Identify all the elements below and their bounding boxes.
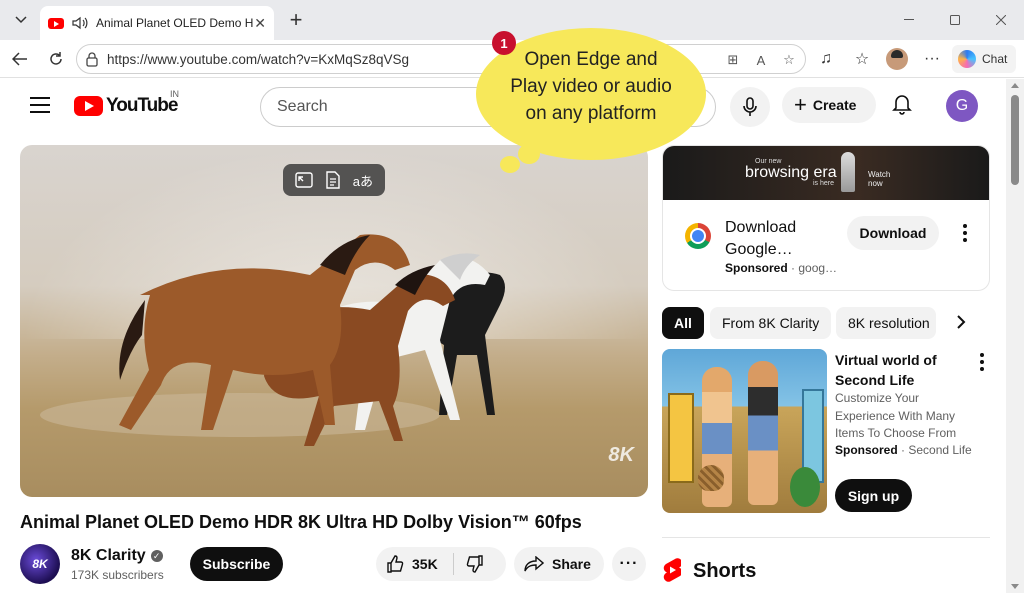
promo-title[interactable]: Virtual world of Second Life [835, 350, 965, 390]
window-controls [886, 10, 1024, 30]
media-control-icon[interactable]: ♫ [815, 48, 837, 70]
create-button[interactable]: + Create [782, 87, 876, 123]
promo-thumbnail[interactable] [662, 349, 827, 513]
promo-meta: Sponsored · Second Life [835, 443, 972, 457]
region-code: IN [170, 89, 179, 99]
picture-in-picture-icon[interactable] [295, 172, 313, 188]
menu-hamburger-icon[interactable] [30, 97, 50, 118]
promo-more-kebab-icon[interactable] [980, 353, 984, 371]
tab-close-icon[interactable]: ✕ [254, 15, 266, 32]
ad-meta: Sponsored · goog… [725, 261, 838, 275]
share-label: Share [552, 556, 591, 572]
chat-label: Chat [982, 52, 1008, 66]
youtube-wordmark: YouTube [106, 95, 178, 116]
subscriber-count: 173K subscribers [71, 568, 164, 582]
section-divider [662, 537, 990, 538]
callout-tail-small [500, 156, 520, 173]
summarize-icon[interactable] [325, 171, 341, 189]
chip-8k-resolution[interactable]: 8K resolution [836, 307, 936, 339]
ad-title[interactable]: Download Google… [725, 217, 835, 261]
promo-sponsored-label: Sponsored [835, 443, 898, 457]
sponsored-ad-card[interactable]: Our new browsing era is here Watch now Do… [662, 145, 990, 291]
sponsored-label: Sponsored [725, 261, 788, 275]
more-options-icon[interactable]: ··· [921, 48, 943, 70]
new-tab-plus-icon[interactable]: + [284, 7, 308, 32]
youtube-favicon-icon [48, 17, 64, 29]
create-label: Create [812, 97, 857, 113]
favorites-icon[interactable]: ☆ [851, 48, 873, 70]
callout-text: Open Edge and Play video or audio on any… [476, 46, 706, 127]
youtube-logo[interactable]: YouTube IN [74, 89, 179, 117]
like-count: 35K [412, 556, 438, 572]
plus-icon: + [794, 92, 807, 117]
read-aloud-icon[interactable]: A [751, 50, 771, 70]
tab-title: Animal Planet OLED Demo HDR [96, 16, 254, 30]
shorts-heading: Shorts [693, 560, 757, 582]
browser-tab-active[interactable]: Animal Planet OLED Demo HDR ✕ [40, 6, 274, 40]
chip-all[interactable]: All [662, 307, 704, 339]
address-bar-actions: ⊞ A ☆ [723, 50, 799, 70]
shorts-logo-icon [663, 558, 681, 582]
ad-domain: goog… [798, 261, 838, 275]
callout-line-2: Play video or audio [510, 76, 672, 97]
tab-actions-chevron-icon[interactable] [8, 8, 34, 32]
like-button[interactable]: 35K [376, 553, 454, 575]
download-button[interactable]: Download [847, 216, 939, 250]
channel-name[interactable]: 8K Clarity ✓ [71, 547, 163, 565]
maximize-icon[interactable] [932, 10, 978, 30]
close-window-icon[interactable] [978, 10, 1024, 30]
video-overlay-toolbar: aあ [283, 164, 385, 196]
copilot-icon [958, 50, 976, 68]
channel-avatar[interactable]: 8K [20, 544, 60, 584]
ad-more-kebab-icon[interactable] [963, 224, 967, 242]
dislike-button[interactable] [454, 555, 484, 573]
chrome-logo-icon [685, 223, 711, 249]
scroll-down-icon[interactable] [1011, 584, 1019, 589]
step-number-badge: 1 [492, 31, 516, 55]
thumbs-down-icon [466, 555, 483, 573]
callout-line-3: on any platform [525, 103, 657, 124]
verified-check-icon: ✓ [150, 550, 163, 562]
translate-icon[interactable]: aあ [353, 171, 373, 190]
ad-banner-subtext: is here [813, 180, 835, 187]
horses-image [40, 234, 505, 446]
chips-next-chevron-icon[interactable] [956, 313, 966, 334]
promo-advertiser: Second Life [908, 443, 972, 457]
sign-up-button[interactable]: Sign up [835, 479, 912, 512]
copilot-chat-button[interactable]: Chat [952, 45, 1016, 73]
page-scrollbar[interactable] [1006, 79, 1024, 593]
search-placeholder: Search [277, 98, 328, 115]
youtube-play-icon [74, 96, 103, 116]
more-actions-button[interactable]: ··· [612, 547, 646, 581]
url-text[interactable]: https://www.youtube.com/watch?v=KxMqSz8q… [107, 52, 409, 67]
profile-avatar[interactable] [886, 48, 908, 70]
favorite-star-icon[interactable]: ☆ [779, 50, 799, 70]
subscribe-button[interactable]: Subscribe [190, 547, 283, 581]
back-arrow-icon[interactable] [9, 48, 31, 70]
share-arrow-icon [524, 556, 544, 572]
video-player[interactable]: aあ 8K [20, 145, 648, 497]
callout-tail [518, 144, 540, 164]
like-dislike-group: 35K [376, 547, 506, 581]
rocket-illustration [841, 152, 855, 192]
video-title: Animal Planet OLED Demo HDR 8K Ultra HD … [20, 512, 582, 532]
ad-banner-image[interactable]: Our new browsing era is here Watch now [663, 146, 989, 200]
thumbs-up-icon [387, 555, 404, 573]
site-info-lock-icon[interactable] [85, 51, 99, 72]
apps-grid-icon[interactable]: ⊞ [723, 50, 743, 70]
ad-banner-watch: Watch now [868, 170, 891, 188]
minimize-icon[interactable] [886, 10, 932, 30]
share-button[interactable]: Share [514, 547, 604, 581]
refresh-icon[interactable] [45, 48, 67, 70]
scroll-up-icon[interactable] [1011, 83, 1019, 88]
chip-from-channel[interactable]: From 8K Clarity [710, 307, 832, 339]
promo-description: Customize Your Experience With Many Item… [835, 391, 957, 440]
voice-search-mic-icon[interactable] [730, 87, 770, 127]
user-avatar[interactable]: G [946, 90, 978, 122]
notifications-bell-icon[interactable] [892, 93, 912, 120]
speaker-icon[interactable] [72, 16, 88, 30]
channel-name-text: 8K Clarity [71, 547, 146, 564]
video-watermark: 8K [608, 444, 634, 466]
scroll-thumb[interactable] [1011, 95, 1019, 185]
